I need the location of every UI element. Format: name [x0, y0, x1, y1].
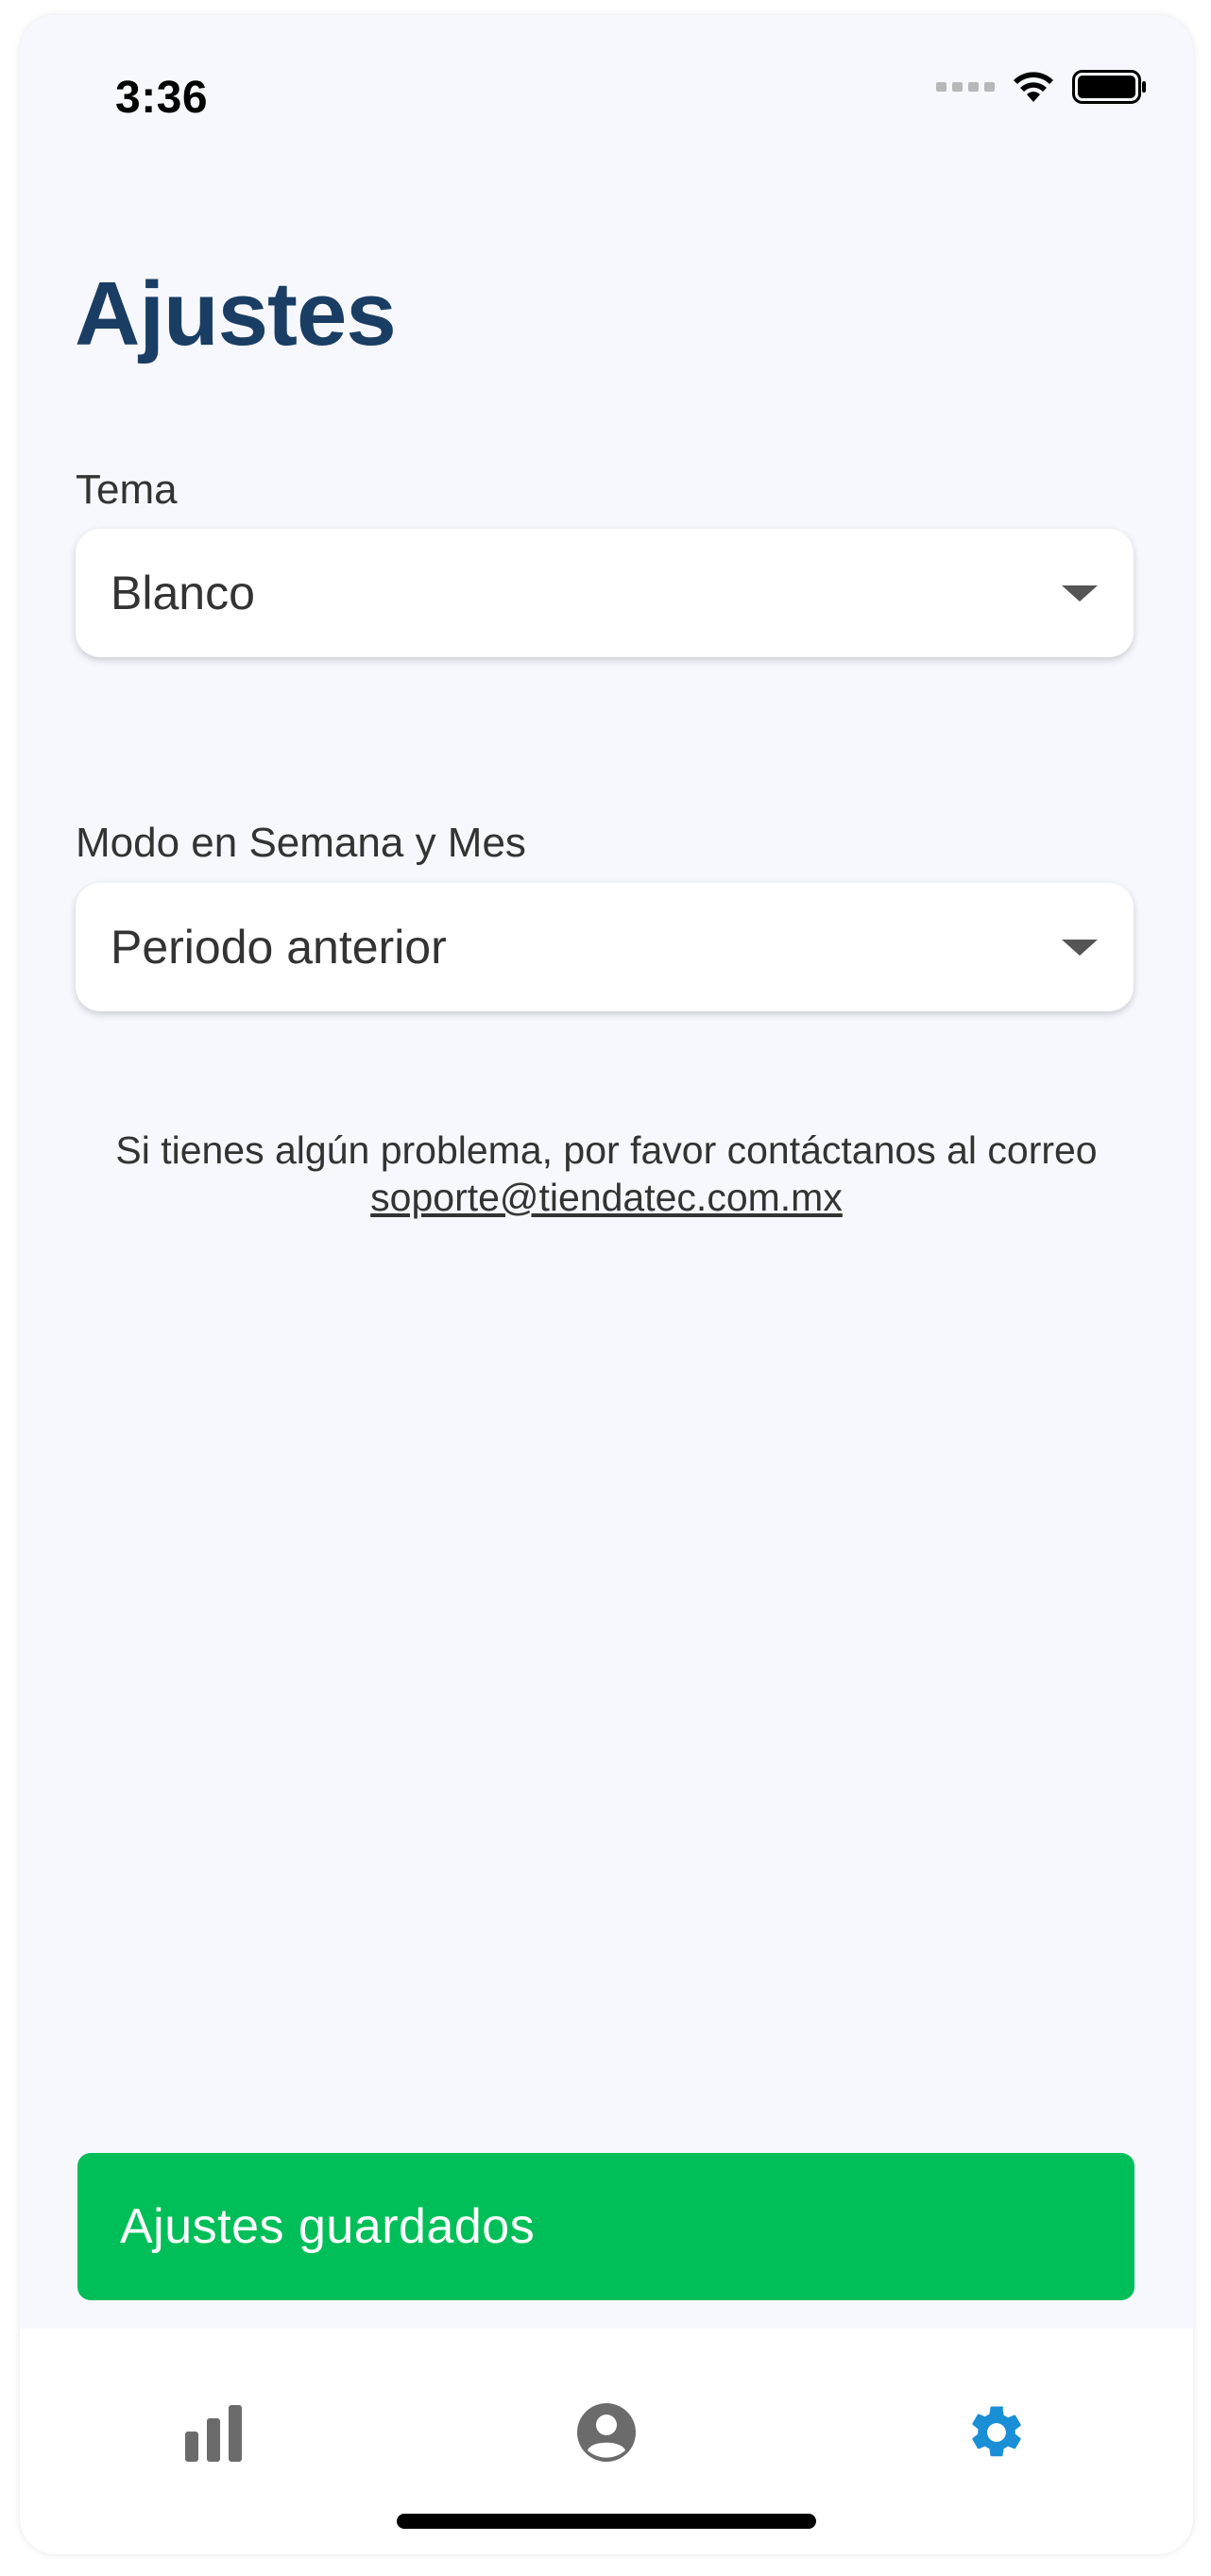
tab-settings[interactable] — [940, 2376, 1053, 2489]
support-message: Si tienes algún problema, por favor cont… — [20, 1127, 1193, 1221]
theme-select-value: Blanco — [111, 567, 255, 619]
gear-icon — [972, 2406, 1021, 2457]
app-screen: 3:36 Ajustes Tema Blanco Modo en Semana … — [20, 15, 1193, 2554]
support-text: Si tienes algún problema, por favor cont… — [115, 1128, 1098, 1172]
page-title: Ajustes — [75, 263, 397, 364]
theme-select[interactable]: Blanco — [76, 529, 1134, 657]
mode-select[interactable]: Periodo anterior — [76, 883, 1134, 1011]
theme-label: Tema — [76, 466, 178, 513]
tab-profile[interactable] — [550, 2376, 663, 2489]
tab-stats[interactable] — [157, 2376, 270, 2489]
wifi-icon — [1014, 72, 1053, 102]
saved-toast: Ajustes guardados — [77, 2153, 1134, 2300]
home-indicator[interactable] — [397, 2514, 816, 2529]
bar-chart-icon — [185, 2405, 242, 2462]
battery-icon — [1072, 70, 1146, 104]
mode-label: Modo en Semana y Mes — [76, 820, 526, 866]
chevron-down-icon — [1062, 940, 1098, 956]
status-time: 3:36 — [115, 73, 209, 123]
mode-select-value: Periodo anterior — [111, 921, 447, 974]
cellular-signal-icon — [936, 82, 995, 92]
user-circle-icon — [577, 2403, 636, 2462]
support-email-link[interactable]: soporte@tiendatec.com.mx — [370, 1176, 843, 1219]
status-icons — [936, 70, 1148, 104]
chevron-down-icon — [1062, 585, 1098, 602]
